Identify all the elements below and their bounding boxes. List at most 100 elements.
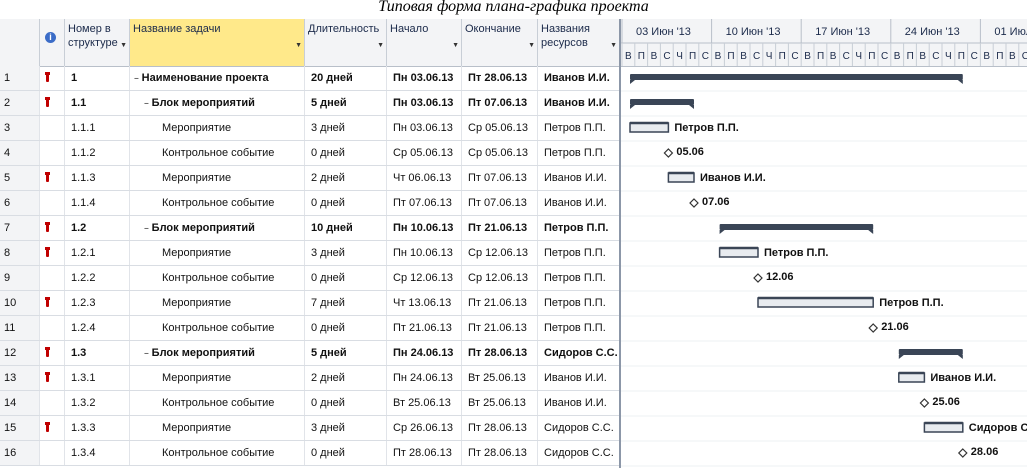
indicator-cell[interactable] xyxy=(40,266,65,290)
table-row[interactable]: 12 1.3− Блок мероприятий 5 дней Пн 24.06.13 П… xyxy=(0,341,620,366)
task-bar[interactable] xyxy=(923,422,964,433)
resource-cell[interactable]: Иванов И.И. xyxy=(538,166,620,190)
finish-cell[interactable]: Пт 07.06.13 xyxy=(462,91,538,115)
table-row[interactable]: 7 1.2− Блок мероприятий 10 дней Пн 10.06.13 П… xyxy=(0,216,620,241)
row-number[interactable]: 7 xyxy=(0,216,40,240)
duration-cell[interactable]: 0 дней xyxy=(305,316,387,340)
task-name-cell[interactable]: Мероприятие xyxy=(130,241,305,265)
finish-cell[interactable]: Пт 21.06.13 xyxy=(462,216,538,240)
task-bar[interactable] xyxy=(898,372,926,383)
chevron-down-icon[interactable]: ▼ xyxy=(610,39,617,53)
resource-cell[interactable]: Сидоров С.С. xyxy=(538,416,620,440)
resource-cell[interactable]: Сидоров С.С. xyxy=(538,441,620,465)
chevron-down-icon[interactable]: ▼ xyxy=(452,39,459,53)
duration-cell[interactable]: 3 дней xyxy=(305,116,387,140)
table-row[interactable]: 10 1.2.3 Мероприятие 7 дней Чт 13.06.13 Пт 21… xyxy=(0,291,620,316)
start-cell[interactable]: Пт 28.06.13 xyxy=(387,441,462,465)
resource-cell[interactable]: Петров П.П. xyxy=(538,291,620,315)
milestone-marker[interactable] xyxy=(753,273,763,283)
header-resources[interactable]: Названия ресурсов ▼ xyxy=(538,19,620,66)
table-row[interactable]: 1 1− Наименование проекта 20 дней Пн 03.06.1… xyxy=(0,66,620,91)
wbs-cell[interactable]: 1.3 xyxy=(65,341,130,365)
wbs-cell[interactable]: 1.1 xyxy=(65,91,130,115)
milestone-marker[interactable] xyxy=(868,323,879,333)
start-cell[interactable]: Ср 12.06.13 xyxy=(387,266,462,290)
finish-cell[interactable]: Пт 07.06.13 xyxy=(462,166,538,190)
indicator-cell[interactable] xyxy=(40,416,65,440)
resource-cell[interactable]: Петров П.П. xyxy=(538,266,620,290)
wbs-cell[interactable]: 1.1.4 xyxy=(65,191,130,215)
start-cell[interactable]: Чт 13.06.13 xyxy=(387,291,462,315)
indicator-cell[interactable] xyxy=(40,191,65,215)
wbs-cell[interactable]: 1.1.1 xyxy=(65,116,130,140)
header-indicators[interactable]: i xyxy=(40,19,65,66)
wbs-cell[interactable]: 1.1.3 xyxy=(65,166,130,190)
task-name-cell[interactable]: Контрольное событие xyxy=(130,391,305,415)
start-cell[interactable]: Пн 10.06.13 xyxy=(387,216,462,240)
wbs-cell[interactable]: 1.3.1 xyxy=(65,366,130,390)
wbs-cell[interactable]: 1.3.3 xyxy=(65,416,130,440)
row-number[interactable]: 3 xyxy=(0,116,40,140)
duration-cell[interactable]: 0 дней xyxy=(305,266,387,290)
duration-cell[interactable]: 20 дней xyxy=(305,66,387,90)
resource-cell[interactable]: Петров П.П. xyxy=(538,316,620,340)
resource-cell[interactable]: Иванов И.И. xyxy=(538,391,620,415)
finish-cell[interactable]: Пт 28.06.13 xyxy=(462,341,538,365)
duration-cell[interactable]: 10 дней xyxy=(305,216,387,240)
chevron-down-icon[interactable]: ▼ xyxy=(120,39,127,53)
duration-cell[interactable]: 0 дней xyxy=(305,441,387,465)
chevron-down-icon[interactable]: ▼ xyxy=(528,39,535,53)
indicator-cell[interactable] xyxy=(40,316,65,340)
resource-cell[interactable]: Сидоров С.С. xyxy=(538,341,620,365)
start-cell[interactable]: Ср 26.06.13 xyxy=(387,416,462,440)
duration-cell[interactable]: 7 дней xyxy=(305,291,387,315)
collapse-icon[interactable]: − xyxy=(144,349,149,358)
finish-cell[interactable]: Пт 28.06.13 xyxy=(462,416,538,440)
row-number[interactable]: 12 xyxy=(0,341,40,365)
table-row[interactable]: 3 1.1.1 Мероприятие 3 дней Пн 03.06.13 Ср 05.… xyxy=(0,116,620,141)
header-row-number[interactable] xyxy=(0,19,40,66)
start-cell[interactable]: Пн 10.06.13 xyxy=(387,241,462,265)
row-number[interactable]: 8 xyxy=(0,241,40,265)
resource-cell[interactable]: Иванов И.И. xyxy=(538,91,620,115)
task-bar[interactable] xyxy=(629,122,670,133)
task-name-cell[interactable]: Контрольное событие xyxy=(130,441,305,465)
resource-cell[interactable]: Иванов И.И. xyxy=(538,66,620,90)
table-row[interactable]: 4 1.1.2 Контрольное событие 0 дней Ср 05.06.… xyxy=(0,141,620,166)
table-row[interactable]: 6 1.1.4 Контрольное событие 0 дней Пт 07.06.… xyxy=(0,191,620,216)
table-row[interactable]: 14 1.3.2 Контрольное событие 0 дней Вт 25.06… xyxy=(0,391,620,416)
task-name-cell[interactable]: Контрольное событие xyxy=(130,316,305,340)
row-number[interactable]: 5 xyxy=(0,166,40,190)
finish-cell[interactable]: Пт 07.06.13 xyxy=(462,191,538,215)
task-bar[interactable] xyxy=(757,297,874,308)
row-number[interactable]: 11 xyxy=(0,316,40,340)
duration-cell[interactable]: 5 дней xyxy=(305,91,387,115)
start-cell[interactable]: Пн 03.06.13 xyxy=(387,91,462,115)
start-cell[interactable]: Пт 21.06.13 xyxy=(387,316,462,340)
indicator-cell[interactable] xyxy=(40,366,65,390)
wbs-cell[interactable]: 1.2.2 xyxy=(65,266,130,290)
table-row[interactable]: 16 1.3.4 Контрольное событие 0 дней Пт 28.06… xyxy=(0,441,620,466)
task-name-cell[interactable]: − Блок мероприятий xyxy=(130,91,305,115)
indicator-cell[interactable] xyxy=(40,391,65,415)
summary-bar[interactable] xyxy=(630,99,694,105)
resource-cell[interactable]: Иванов И.И. xyxy=(538,366,620,390)
finish-cell[interactable]: Пт 21.06.13 xyxy=(462,316,538,340)
task-name-cell[interactable]: Мероприятие xyxy=(130,291,305,315)
indicator-cell[interactable] xyxy=(40,341,65,365)
task-name-cell[interactable]: − Блок мероприятий xyxy=(130,341,305,365)
task-name-cell[interactable]: Мероприятие xyxy=(130,116,305,140)
start-cell[interactable]: Пт 07.06.13 xyxy=(387,191,462,215)
summary-bar[interactable] xyxy=(898,349,963,355)
duration-cell[interactable]: 2 дней xyxy=(305,166,387,190)
row-number[interactable]: 4 xyxy=(0,141,40,165)
summary-bar[interactable] xyxy=(719,224,874,230)
start-cell[interactable]: Вт 25.06.13 xyxy=(387,391,462,415)
finish-cell[interactable]: Вт 25.06.13 xyxy=(462,366,538,390)
row-number[interactable]: 10 xyxy=(0,291,40,315)
table-row[interactable]: 9 1.2.2 Контрольное событие 0 дней Ср 12.06.… xyxy=(0,266,620,291)
wbs-cell[interactable]: 1.2.1 xyxy=(65,241,130,265)
start-cell[interactable]: Пн 24.06.13 xyxy=(387,366,462,390)
wbs-cell[interactable]: 1 xyxy=(65,66,130,90)
wbs-cell[interactable]: 1.3.2 xyxy=(65,391,130,415)
